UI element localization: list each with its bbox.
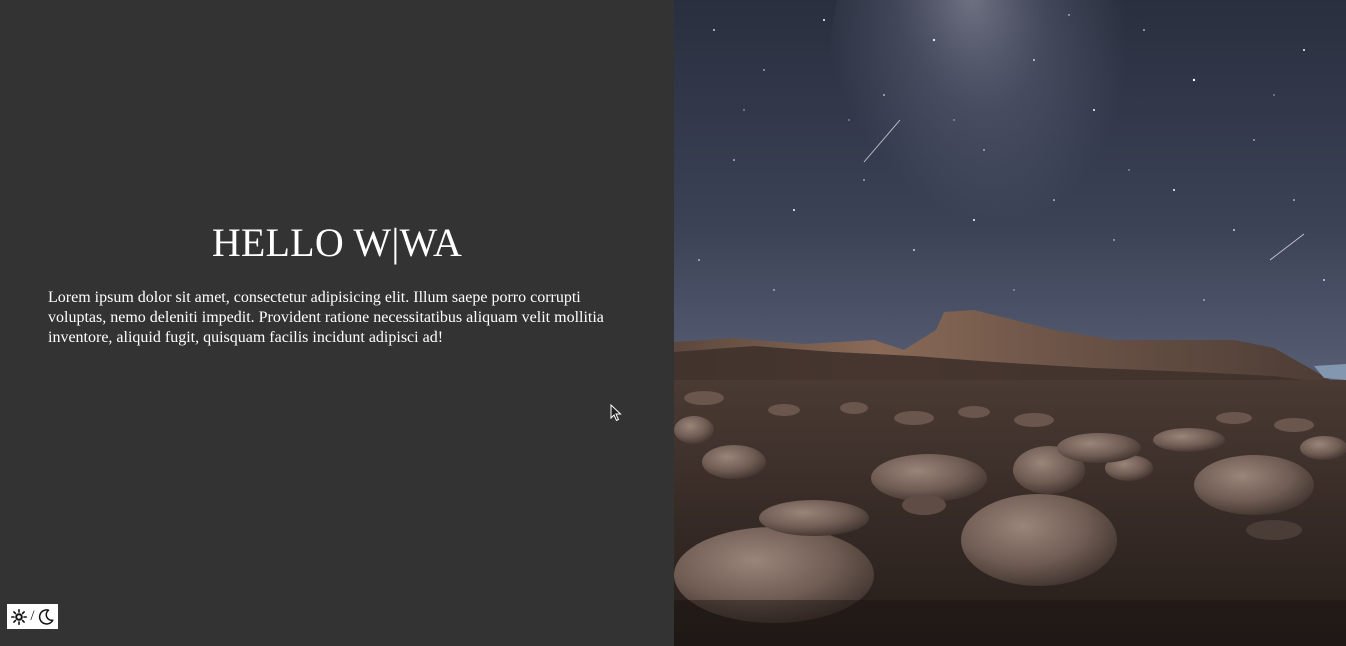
- hero-title: HELLO W|WA: [211, 220, 463, 265]
- page: HELLO W|WA Lorem ipsum dolor sit amet, c…: [0, 0, 1346, 646]
- mouse-cursor-icon: [610, 404, 622, 422]
- sun-icon[interactable]: [11, 608, 28, 625]
- theme-toggle-button[interactable]: /: [7, 604, 58, 629]
- hero-description: Lorem ipsum dolor sit amet, consectetur …: [48, 289, 604, 346]
- hero-text-panel: HELLO W|WA Lorem ipsum dolor sit amet, c…: [0, 0, 674, 646]
- toggle-separator: /: [30, 608, 35, 624]
- background-photo: [674, 0, 1346, 646]
- moon-icon[interactable]: [38, 608, 54, 625]
- night-sky-landscape-image: [674, 0, 1346, 646]
